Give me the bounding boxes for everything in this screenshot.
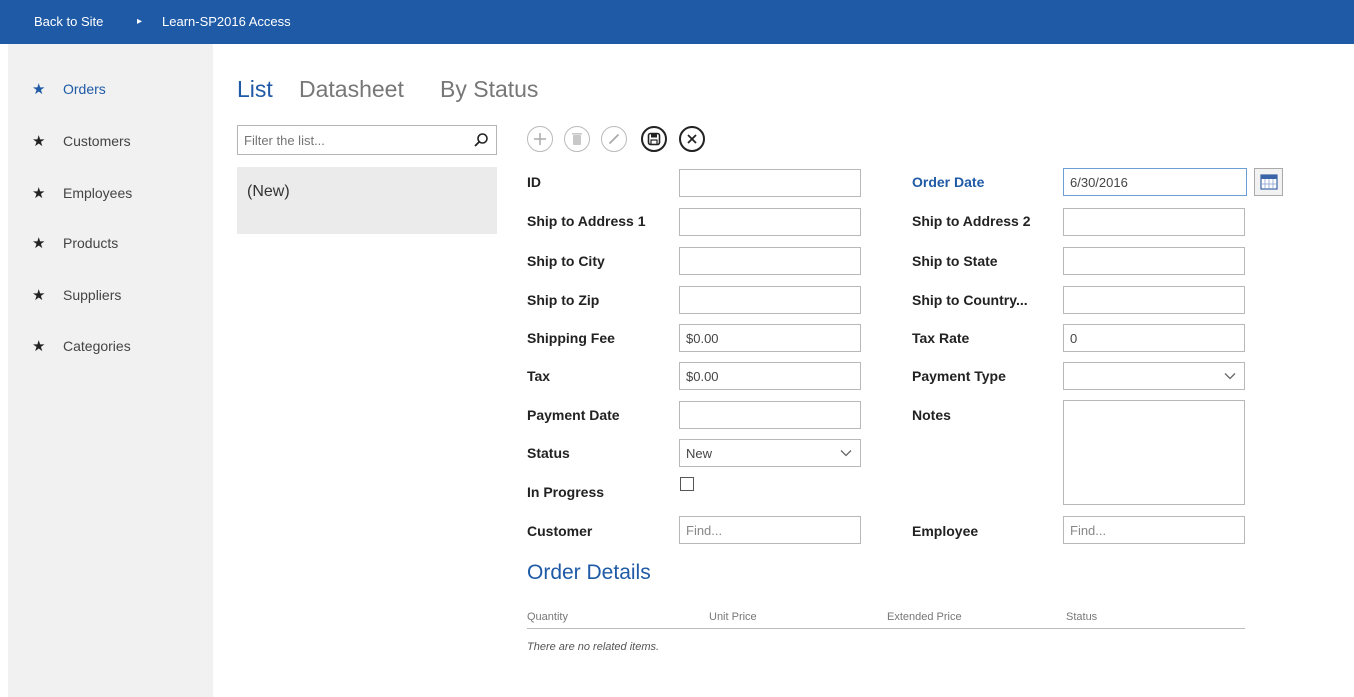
edit-button[interactable] <box>601 126 627 152</box>
cancel-icon <box>687 134 697 144</box>
add-icon <box>534 133 546 145</box>
column-header-quantity[interactable]: Quantity <box>527 611 568 623</box>
customer-placeholder: Find... <box>686 523 723 538</box>
sidebar: ★ Orders ★ Customers ★ Employees ★ Produ… <box>8 44 213 697</box>
ship-address2-field[interactable] <box>1063 208 1245 236</box>
star-icon: ★ <box>32 185 46 202</box>
empty-message: There are no related items. <box>527 641 660 653</box>
star-icon: ★ <box>32 133 46 150</box>
ship-state-label: Ship to State <box>912 253 998 269</box>
ship-city-field[interactable] <box>679 247 861 275</box>
back-to-site-link[interactable]: Back to Site <box>34 14 103 29</box>
breadcrumb-separator-icon: ▸ <box>137 16 143 27</box>
star-icon: ★ <box>32 81 46 98</box>
star-icon: ★ <box>32 338 46 355</box>
sidebar-item-label: Orders <box>63 81 106 97</box>
delete-icon <box>572 133 582 145</box>
column-header-extended-price[interactable]: Extended Price <box>887 611 962 623</box>
save-button[interactable] <box>641 126 667 152</box>
tab-list[interactable]: List <box>237 76 273 103</box>
payment-type-label: Payment Type <box>912 368 1006 384</box>
site-title-link[interactable]: Learn-SP2016 Access <box>162 14 291 29</box>
chevron-down-icon <box>840 450 852 457</box>
employee-placeholder: Find... <box>1070 523 1107 538</box>
chevron-down-icon <box>1224 373 1236 380</box>
notes-label: Notes <box>912 407 951 423</box>
tax-label: Tax <box>527 368 551 384</box>
sidebar-item-orders[interactable]: ★ Orders <box>32 77 106 101</box>
tax-rate-label: Tax Rate <box>912 330 970 346</box>
sidebar-item-label: Employees <box>63 185 133 201</box>
in-progress-label: In Progress <box>527 484 605 500</box>
tab-by-status[interactable]: By Status <box>440 76 538 103</box>
status-select-value: New <box>686 446 713 461</box>
customer-label: Customer <box>527 523 593 539</box>
notes-textarea[interactable] <box>1063 400 1245 505</box>
shipping-fee-label: Shipping Fee <box>527 330 615 346</box>
sidebar-item-employees[interactable]: ★ Employees <box>32 181 132 205</box>
sidebar-item-label: Suppliers <box>63 287 122 303</box>
id-label: ID <box>527 174 541 190</box>
employee-label: Employee <box>912 523 979 539</box>
ship-address1-field[interactable] <box>679 208 861 236</box>
sidebar-item-customers[interactable]: ★ Customers <box>32 129 131 153</box>
status-select[interactable]: New <box>679 439 861 467</box>
order-details-title: Order Details <box>527 561 651 584</box>
order-date-field[interactable]: 6/30/2016 <box>1063 168 1247 196</box>
employee-field[interactable]: Find... <box>1063 516 1245 544</box>
edit-icon <box>608 133 620 145</box>
calendar-button[interactable] <box>1254 168 1283 196</box>
filter-box <box>237 125 497 155</box>
status-label: Status <box>527 445 570 461</box>
column-header-unit-price[interactable]: Unit Price <box>709 611 757 623</box>
sidebar-item-categories[interactable]: ★ Categories <box>32 334 131 358</box>
order-date-label: Order Date <box>912 174 985 190</box>
sidebar-item-label: Products <box>63 235 119 251</box>
customer-field[interactable]: Find... <box>679 516 861 544</box>
sidebar-item-products[interactable]: ★ Products <box>32 231 118 255</box>
top-bar: Back to Site ▸ Learn-SP2016 Access <box>0 0 1354 44</box>
sidebar-item-label: Customers <box>63 133 131 149</box>
star-icon: ★ <box>32 287 46 304</box>
id-field[interactable] <box>679 169 861 197</box>
ship-address2-label: Ship to Address 2 <box>912 213 1031 229</box>
calendar-icon <box>1259 174 1278 190</box>
column-header-status[interactable]: Status <box>1066 611 1097 623</box>
tab-datasheet[interactable]: Datasheet <box>299 76 404 103</box>
shipping-fee-field[interactable]: $0.00 <box>679 324 861 352</box>
ship-zip-field[interactable] <box>679 286 861 314</box>
payment-type-select[interactable] <box>1063 362 1245 390</box>
filter-input[interactable] <box>244 131 464 149</box>
add-button[interactable] <box>527 126 553 152</box>
cancel-button[interactable] <box>679 126 705 152</box>
sidebar-item-suppliers[interactable]: ★ Suppliers <box>32 283 121 307</box>
star-icon: ★ <box>32 235 46 252</box>
save-icon <box>647 132 661 146</box>
in-progress-checkbox[interactable] <box>680 477 694 491</box>
ship-address1-label: Ship to Address 1 <box>527 213 646 229</box>
ship-country-field[interactable] <box>1063 286 1245 314</box>
payment-date-field[interactable] <box>679 401 861 429</box>
delete-button[interactable] <box>564 126 590 152</box>
tax-rate-field[interactable]: 0 <box>1063 324 1245 352</box>
payment-date-label: Payment Date <box>527 407 620 423</box>
header-divider <box>527 628 1245 629</box>
ship-country-label: Ship to Country... <box>912 292 1028 308</box>
list-item-new[interactable]: (New) <box>237 167 497 234</box>
search-icon[interactable] <box>473 132 489 148</box>
ship-city-label: Ship to City <box>527 253 605 269</box>
sidebar-item-label: Categories <box>63 338 131 354</box>
ship-state-field[interactable] <box>1063 247 1245 275</box>
tax-field[interactable]: $0.00 <box>679 362 861 390</box>
ship-zip-label: Ship to Zip <box>527 292 600 308</box>
